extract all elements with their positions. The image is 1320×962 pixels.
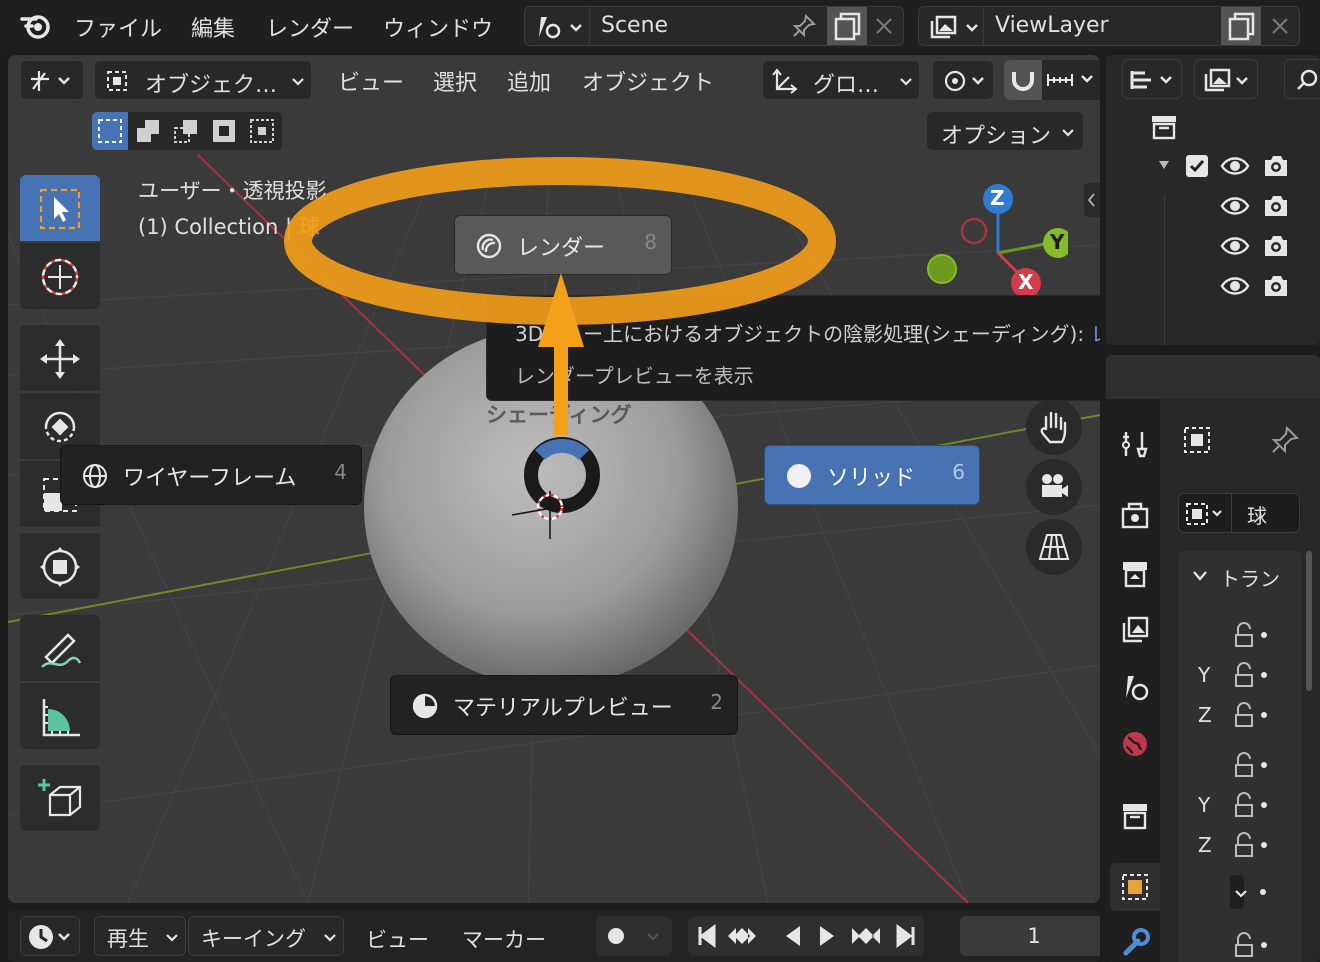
view-layer-selector[interactable]: ViewLayer (918, 6, 1300, 46)
lock-icon[interactable] (1230, 621, 1270, 649)
chevron-down-icon (166, 934, 178, 942)
render-camera-icon[interactable] (1262, 233, 1290, 259)
3d-viewport[interactable]: オブジェク… ビュー 選択 追加 オブジェクト グロ… オプション ユーザー・透… (8, 55, 1100, 903)
rotation-mode-dropdown[interactable] (1228, 875, 1278, 909)
display-mode-selector[interactable] (1122, 59, 1182, 99)
scene-tab-icon[interactable] (1120, 673, 1150, 703)
search-icon (1297, 69, 1318, 90)
world-tab-icon[interactable] (1120, 729, 1150, 759)
collection-checkbox[interactable] (1186, 155, 1208, 177)
timeline-menu-marker[interactable]: マーカー (462, 924, 546, 954)
menu-file[interactable]: ファイル (74, 11, 162, 43)
visibility-eye-icon[interactable] (1220, 233, 1250, 259)
chevron-down-icon (1235, 890, 1247, 898)
keying-label: キーイング (201, 927, 306, 951)
axis-label-y: Y (1198, 793, 1211, 817)
expand-collection-icon[interactable] (1156, 157, 1172, 173)
outliner-search[interactable] (1284, 59, 1320, 99)
new-view-layer-icon[interactable] (1221, 7, 1261, 45)
lock-icon[interactable] (1230, 751, 1270, 779)
chevron-down-icon (324, 934, 336, 942)
tool-tab-icon[interactable] (1120, 429, 1150, 459)
menu-window[interactable]: ウィンドウ (383, 11, 493, 43)
pin-icon[interactable] (791, 13, 817, 39)
lock-icon[interactable] (1230, 661, 1270, 689)
new-scene-icon[interactable] (827, 7, 867, 45)
blender-logo-icon[interactable] (20, 10, 54, 40)
close-icon[interactable] (873, 15, 895, 37)
timeline-editor-type[interactable] (20, 916, 80, 956)
axis-label-z: Z (1198, 703, 1212, 727)
lock-icon[interactable] (1230, 831, 1270, 859)
playback-dropdown[interactable]: 再生 (94, 916, 186, 956)
view-layer-icon (1204, 68, 1248, 92)
transform-section-label: トラン (1220, 567, 1280, 591)
chevron-down-icon (1193, 571, 1207, 581)
timeline-menu-view[interactable]: ビュー (366, 924, 429, 954)
scene-collection-icon (1150, 113, 1178, 141)
axis-label-z: Z (1198, 833, 1212, 857)
clock-icon (29, 925, 70, 949)
object-tab-icon[interactable] (1110, 863, 1160, 911)
render-camera-icon[interactable] (1262, 193, 1290, 219)
lock-icon[interactable] (1230, 701, 1270, 729)
object-name[interactable]: 球 (1247, 500, 1267, 529)
pin-icon[interactable] (1270, 425, 1300, 455)
object-data-icon (1182, 425, 1212, 455)
auto-keying-toggle[interactable] (596, 916, 672, 956)
lock-icon[interactable] (1230, 931, 1270, 959)
scene-selector[interactable]: Scene (524, 6, 904, 46)
modifier-tab-icon[interactable] (1120, 927, 1150, 957)
visibility-eye-icon[interactable] (1220, 273, 1250, 299)
top-bar: ファイル 編集 レンダー ウィンドウ Scene ViewLayer (0, 0, 1320, 50)
render-camera-icon[interactable] (1262, 153, 1290, 179)
chevron-down-icon (647, 933, 659, 941)
object-icon (1186, 503, 1222, 525)
playback-label: 再生 (107, 927, 149, 951)
render-tab-icon[interactable] (1120, 501, 1150, 531)
scene-icon (533, 13, 585, 41)
outliner-icon (1130, 71, 1172, 89)
properties-scrollbar[interactable] (1306, 551, 1312, 691)
close-icon[interactable] (1269, 15, 1291, 37)
collection-tab-icon[interactable] (1120, 801, 1150, 831)
highlight-annotation (284, 157, 836, 435)
keying-dropdown[interactable]: キーイング (188, 916, 344, 956)
axis-label-y: Y (1198, 663, 1211, 687)
outliner-panel (1106, 55, 1320, 345)
view-layer-icon (927, 13, 983, 41)
current-frame-value: 1 (1027, 924, 1041, 948)
menu-render[interactable]: レンダー (266, 11, 354, 43)
object-name-field[interactable]: 球 (1178, 493, 1300, 533)
lock-icon[interactable] (1230, 791, 1270, 819)
transform-section-header[interactable]: トラン (1188, 563, 1298, 593)
current-frame-field[interactable]: 1 (960, 916, 1100, 956)
visibility-eye-icon[interactable] (1220, 153, 1250, 179)
render-camera-icon[interactable] (1262, 273, 1290, 299)
visibility-eye-icon[interactable] (1220, 193, 1250, 219)
view-layer-tab-icon[interactable] (1120, 615, 1150, 645)
output-tab-icon[interactable] (1120, 559, 1150, 589)
timeline-header: 再生 キーイング ビュー マーカー 1 (8, 910, 1100, 962)
playback-controls (688, 916, 924, 956)
view-layer-name[interactable]: ViewLayer (995, 13, 1109, 38)
filter-selector[interactable] (1194, 59, 1258, 99)
properties-panel: 球 トラン Y Z Y Z (1106, 355, 1320, 962)
transform-section: トラン Y Z Y Z (1178, 551, 1302, 962)
scene-name[interactable]: Scene (601, 13, 668, 38)
menu-edit[interactable]: 編集 (191, 11, 235, 43)
